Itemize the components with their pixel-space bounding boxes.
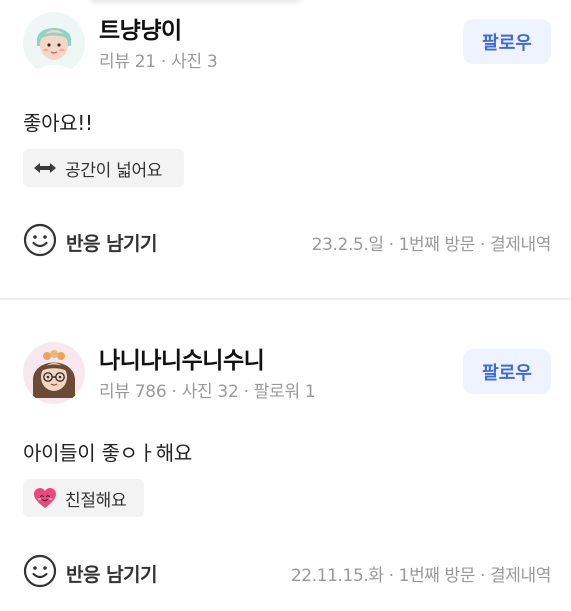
- review-card: 트냥냥이 리뷰 21 · 사진 3 팔로우 좋아요!! 공간이 넓어요 반응 남…: [0, 0, 571, 298]
- reviewer-nickname[interactable]: 나니나니수니수니: [99, 341, 265, 375]
- keyword-tag-label: 친절해요: [65, 490, 127, 511]
- smile-icon: [23, 554, 57, 592]
- review-text: 좋아요!!: [23, 111, 93, 135]
- leave-reaction-button[interactable]: 반응 남기기: [23, 223, 158, 261]
- reviewer-nickname[interactable]: 트냥냥이: [99, 11, 182, 45]
- review-text: 아이들이 좋ㅇㅏ해요: [23, 441, 192, 465]
- leave-reaction-label: 반응 남기기: [66, 563, 158, 586]
- reviewer-stats: 리뷰 786 · 사진 32 · 팔로워 1: [99, 382, 316, 402]
- visit-meta: 23.2.5.일 · 1번째 방문 · 결제내역: [311, 235, 552, 255]
- keyword-tag-label: 공간이 넓어요: [65, 160, 163, 181]
- avatar-illustration: [23, 342, 85, 404]
- avatar[interactable]: [23, 12, 85, 74]
- review-card: 나니나니수니수니 리뷰 786 · 사진 32 · 팔로워 1 팔로우 아이들이…: [0, 300, 571, 611]
- keyword-tag: 공간이 넓어요: [23, 149, 184, 187]
- avatar-illustration: [23, 12, 85, 74]
- left-right-arrow-icon: [33, 161, 57, 175]
- follow-button[interactable]: 팔로우: [463, 349, 551, 394]
- heart-icon: [33, 487, 57, 509]
- avatar[interactable]: [23, 342, 85, 404]
- leave-reaction-label: 반응 남기기: [66, 232, 158, 255]
- visit-meta: 22.11.15.화 · 1번째 방문 · 결제내역: [290, 566, 552, 586]
- keyword-tag: 친절해요: [23, 479, 144, 517]
- smile-icon: [23, 223, 57, 261]
- follow-button[interactable]: 팔로우: [463, 19, 551, 64]
- reviewer-stats: 리뷰 21 · 사진 3: [99, 52, 218, 72]
- leave-reaction-button[interactable]: 반응 남기기: [23, 554, 158, 592]
